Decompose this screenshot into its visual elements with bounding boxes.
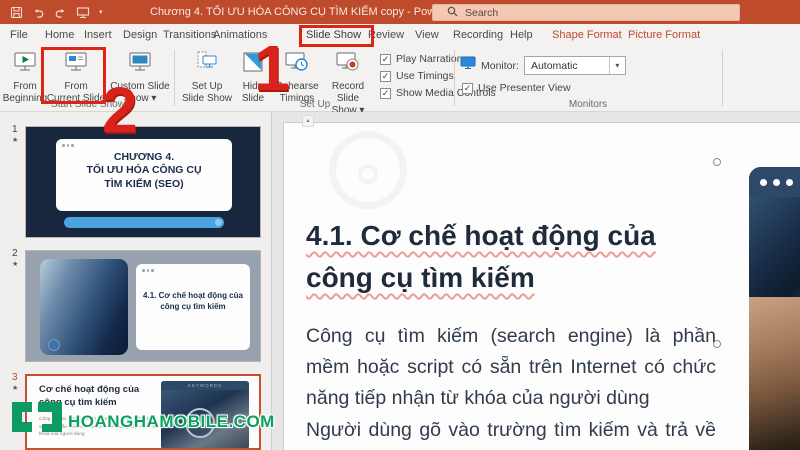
tab-home[interactable]: Home xyxy=(45,24,74,47)
annotation-step-2: 2 xyxy=(102,78,138,142)
slide-paragraph-1: Công cụ tìm kiếm (search engine) là phần… xyxy=(306,325,716,409)
slide3-animation-star: ★ xyxy=(12,384,18,392)
checkmark-icon: ✓ xyxy=(380,54,391,65)
ribbon-tab-row: File Home Insert Design Transitions Anim… xyxy=(0,24,800,47)
slide3-number: 3 xyxy=(12,372,18,383)
slide1-number: 1 xyxy=(12,124,18,135)
browser-dots-icon xyxy=(142,269,244,272)
slide-body-textbox[interactable]: Công cụ tìm kiếm (search engine) là phần… xyxy=(306,321,716,450)
photo-top xyxy=(749,197,800,297)
keywords-label: KEYWORDS xyxy=(188,383,222,388)
slide-paragraph-2: Người dùng gõ vào trường tìm kiếm và trả… xyxy=(306,419,716,450)
from-beginning-button[interactable]: From Beginning xyxy=(4,49,46,105)
monitor-icon xyxy=(460,56,476,75)
slide2-thumbnail[interactable]: 4.1. Cơ chế hoạt động của công cụ tìm ki… xyxy=(25,250,261,362)
quick-access-toolbar: ▾ xyxy=(0,6,103,19)
use-presenter-view-checkbox[interactable]: ✓ Use Presenter View xyxy=(462,82,571,94)
browser-mockup-image[interactable] xyxy=(749,167,800,450)
wifi-watermark-icon xyxy=(329,131,407,209)
watermark-text: HOANGHAMOBILE.COM xyxy=(68,412,275,432)
slide1-card: CHƯƠNG 4. TỐI ƯU HÓA CÔNG CỤ TÌM KIẾM (S… xyxy=(56,139,232,211)
chevron-down-icon[interactable]: ▾ xyxy=(609,57,625,74)
scroll-up-button[interactable]: ▴ xyxy=(302,115,314,127)
group-separator xyxy=(722,50,723,106)
window-title: Chương 4. TỐI ƯU HÓA CÔNG CỤ TÌM KIẾM co… xyxy=(150,0,470,24)
slide1-title: CHƯƠNG 4. TỐI ƯU HÓA CÔNG CỤ TÌM KIẾM (S… xyxy=(62,151,226,192)
browser-header xyxy=(749,167,800,197)
selection-handle[interactable] xyxy=(713,340,721,348)
search-icon xyxy=(215,219,222,226)
checkmark-icon: ✓ xyxy=(462,83,473,94)
search-placeholder: Search xyxy=(465,7,498,19)
browser-dots-icon xyxy=(62,144,226,147)
annotation-step-1: 1 xyxy=(254,36,290,100)
hoanghamobile-logo xyxy=(4,396,70,443)
undo-icon[interactable] xyxy=(32,6,45,19)
record-slide-show-icon xyxy=(335,49,361,80)
tab-insert[interactable]: Insert xyxy=(84,24,112,47)
redo-icon[interactable] xyxy=(54,6,67,19)
browser-dot-icon xyxy=(760,179,767,186)
checkmark-icon: ✓ xyxy=(380,88,391,99)
group-separator xyxy=(454,50,455,106)
browser-dot-icon xyxy=(773,179,780,186)
search-bar-graphic xyxy=(64,217,224,228)
slide2-photo xyxy=(40,259,128,355)
slide1-thumbnail[interactable]: CHƯƠNG 4. TỐI ƯU HÓA CÔNG CỤ TÌM KIẾM (S… xyxy=(25,126,261,238)
selection-handle[interactable] xyxy=(713,158,721,166)
slide2-title: 4.1. Cơ chế hoạt động của công cụ tìm ki… xyxy=(142,290,244,312)
annotation-box-from-current-slide xyxy=(41,47,106,104)
slide2-animation-star: ★ xyxy=(12,260,18,268)
group-label-set-up: Set Up xyxy=(178,99,452,110)
photo-badge xyxy=(48,339,60,351)
slide2-number: 2 xyxy=(12,248,18,259)
tab-design[interactable]: Design xyxy=(123,24,157,47)
search-icon xyxy=(447,6,458,20)
group-label-monitors: Monitors xyxy=(456,99,720,110)
current-slide[interactable]: 4.1. Cơ chế hoạt động của công cụ tìm ki… xyxy=(283,122,800,450)
monitor-label: Monitor: xyxy=(481,60,519,72)
tab-file[interactable]: File xyxy=(10,24,28,47)
browser-dot-icon xyxy=(786,179,793,186)
group-separator xyxy=(174,50,175,106)
set-up-slide-show-icon xyxy=(194,49,220,80)
annotation-box-slide-show-tab xyxy=(299,25,374,47)
tab-shape-format[interactable]: Shape Format xyxy=(552,24,622,47)
use-timings-checkbox[interactable]: ✓ Use Timings xyxy=(380,70,454,82)
slideshow-icon[interactable] xyxy=(76,6,90,19)
tab-picture-format[interactable]: Picture Format xyxy=(628,24,700,47)
photo-hand xyxy=(749,297,800,450)
qat-customize-icon[interactable]: ▾ xyxy=(99,9,103,16)
search-input[interactable]: Search xyxy=(432,4,740,21)
tab-help[interactable]: Help xyxy=(510,24,533,47)
slide1-animation-star: ★ xyxy=(12,136,18,144)
slide2-card: 4.1. Cơ chế hoạt động của công cụ tìm ki… xyxy=(136,264,250,350)
title-bar: ▾ Chương 4. TỐI ƯU HÓA CÔNG CỤ TÌM KIẾM … xyxy=(0,0,800,24)
tab-recording[interactable]: Recording xyxy=(453,24,503,47)
monitor-dropdown[interactable]: Automatic ▾ xyxy=(524,56,626,75)
monitor-row: Monitor: Automatic ▾ xyxy=(460,56,626,75)
tab-transitions[interactable]: Transitions xyxy=(163,24,216,47)
tab-view[interactable]: View xyxy=(415,24,439,47)
from-beginning-icon xyxy=(12,49,38,80)
slide-title[interactable]: 4.1. Cơ chế hoạt động của công cụ tìm ki… xyxy=(306,215,726,299)
checkmark-icon: ✓ xyxy=(380,71,391,82)
save-icon[interactable] xyxy=(10,6,23,19)
monitor-dropdown-value: Automatic xyxy=(525,60,609,72)
set-up-slide-show-button[interactable]: Set Up Slide Show xyxy=(180,49,234,105)
